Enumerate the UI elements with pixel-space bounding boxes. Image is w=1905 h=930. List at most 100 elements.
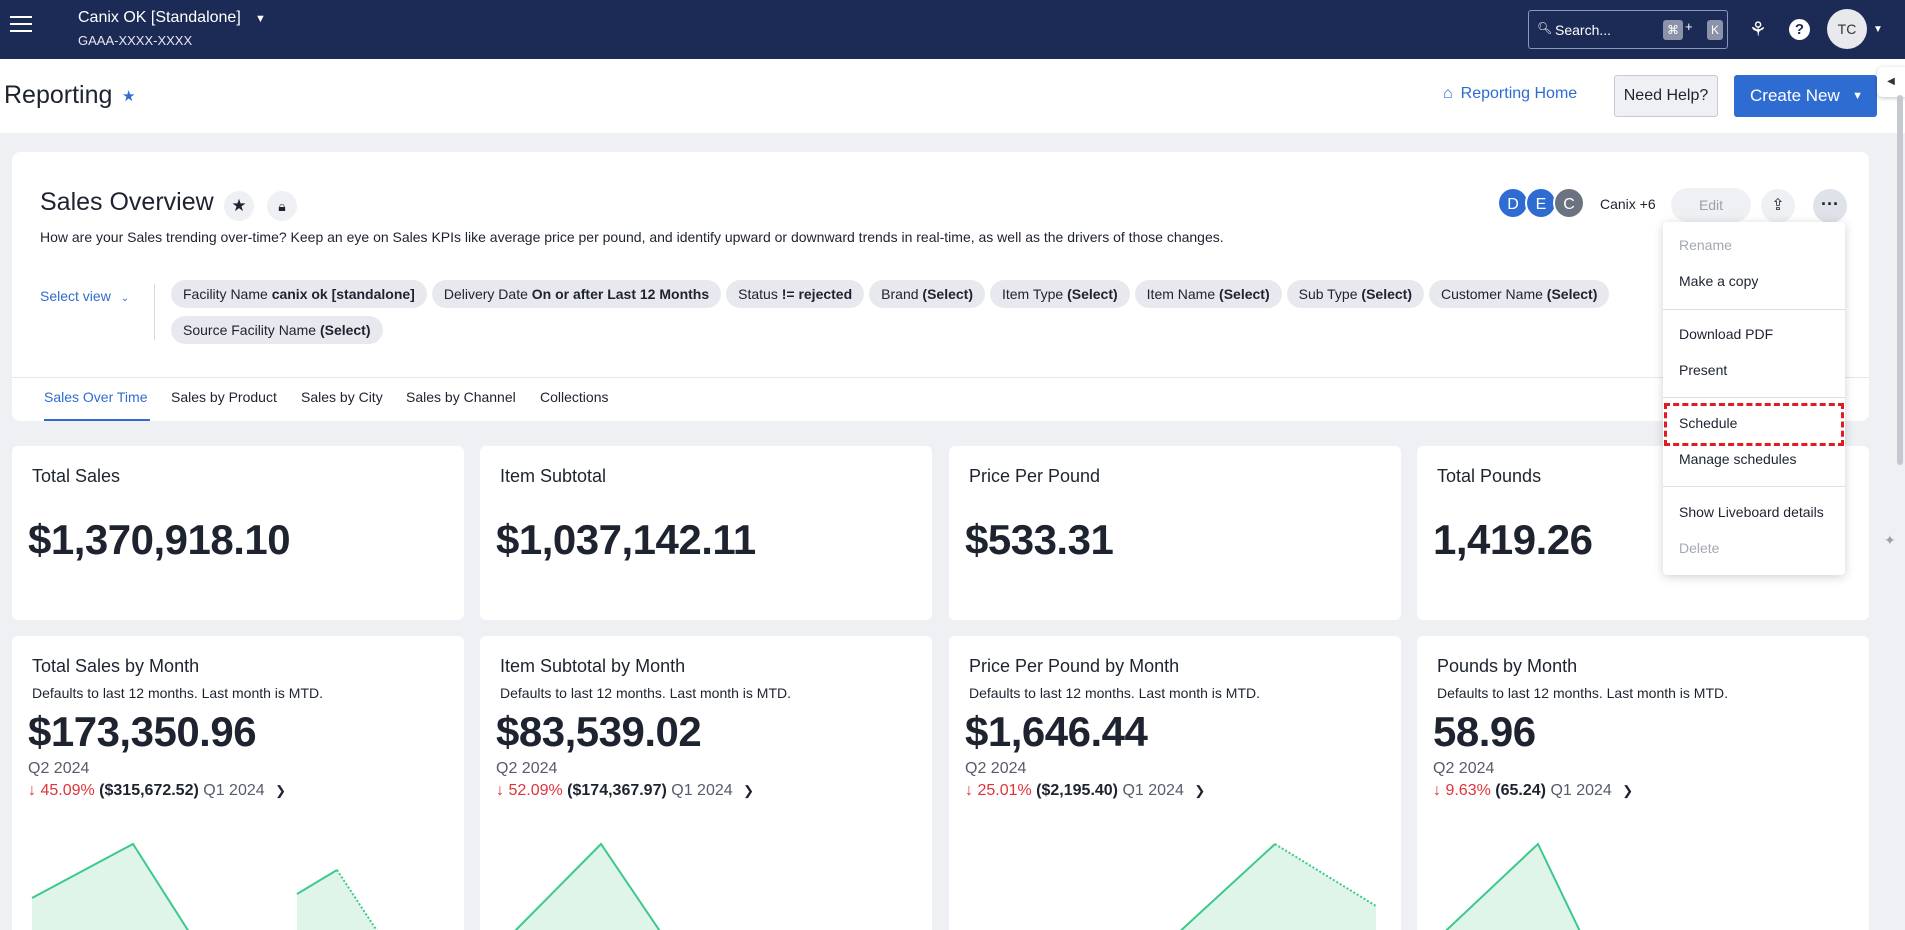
card-change[interactable]: ↓ 25.01% ($2,195.40) Q1 2024 ❯ — [965, 782, 1205, 800]
lock-icon[interactable]: 🔒︎ — [267, 191, 297, 221]
k-key-badge: K — [1707, 20, 1724, 40]
kpi-card-total-sales[interactable]: Total Sales $1,370,918.10 — [12, 446, 464, 620]
favorite-star-icon[interactable]: ★ — [122, 87, 135, 105]
filter-label: Status — [738, 286, 778, 302]
filter-chip[interactable]: Facility Name canix ok [standalone] — [171, 280, 427, 308]
help-icon[interactable]: ? — [1789, 19, 1810, 40]
sparkle-icon[interactable]: ✦ — [1884, 532, 1896, 549]
change-percent: 9.63% — [1445, 782, 1491, 799]
user-avatar[interactable]: TC — [1827, 9, 1867, 49]
card-value: $1,646.44 — [965, 708, 1148, 755]
filter-value: (Select) — [1546, 286, 1598, 302]
menu-item-download-pdf[interactable]: Download PDF — [1679, 326, 1773, 342]
kpi-value: $1,037,142.11 — [496, 516, 756, 563]
tab-collections[interactable]: Collections — [540, 389, 608, 405]
page-header: Reporting ★ ⌂ Reporting Home Need Help? C… — [0, 59, 1905, 133]
filter-chip[interactable]: Item Name (Select) — [1134, 280, 1282, 308]
filter-label: Brand — [881, 286, 919, 302]
menu-item-rename[interactable]: Rename — [1679, 237, 1732, 253]
card-title: Price Per Pound by Month — [969, 656, 1180, 676]
card-title: Item Subtotal by Month — [500, 656, 686, 676]
filter-label: Facility Name — [183, 286, 268, 302]
chevron-down-icon: ▼ — [1852, 90, 1863, 102]
monthly-card-price-per-pound[interactable]: Price Per Pound by Month Defaults to las… — [949, 636, 1401, 930]
user-menu-caret-icon[interactable]: ▼ — [1873, 24, 1883, 35]
need-help-button[interactable]: Need Help? — [1614, 75, 1718, 117]
filter-chip[interactable]: Customer Name (Select) — [1428, 280, 1610, 308]
filter-chips: Facility Name canix ok [standalone] Deliv… — [171, 280, 1641, 352]
card-period: Q2 2024 — [1433, 760, 1495, 777]
card-period: Q2 2024 — [965, 760, 1027, 777]
schedule-highlight-box — [1664, 403, 1844, 446]
filter-value: (Select) — [1361, 286, 1412, 302]
liveboard-header-card: Sales Overview ★ 🔒︎ How are your Sales t… — [12, 152, 1869, 421]
gift-icon[interactable]: ⚘ — [1749, 17, 1767, 42]
kpi-title: Item Subtotal — [500, 466, 607, 486]
tab-sales-by-product[interactable]: Sales by Product — [171, 389, 277, 405]
menu-item-manage-schedules[interactable]: Manage schedules — [1679, 451, 1797, 467]
avatar: C — [1553, 187, 1585, 219]
tab-sales-by-city[interactable]: Sales by City — [301, 389, 383, 405]
org-name[interactable]: Canix OK [Standalone] — [78, 9, 241, 27]
hamburger-menu-icon[interactable] — [10, 16, 32, 34]
home-icon: ⌂ — [1443, 85, 1453, 102]
reporting-home-label: Reporting Home — [1460, 85, 1578, 102]
create-new-button[interactable]: Create New ▼ — [1734, 75, 1877, 117]
change-percent: 45.09% — [40, 782, 95, 799]
filter-chip[interactable]: Source Facility Name (Select) — [171, 316, 383, 344]
filter-chip[interactable]: Delivery Date On or after Last 12 Months — [431, 280, 722, 308]
collaborators-count[interactable]: Canix +6 — [1600, 196, 1656, 212]
previous-period: Q1 2024 — [671, 782, 733, 799]
filter-value: canix ok [standalone] — [271, 286, 415, 302]
change-absolute: ($315,672.52) — [99, 782, 199, 799]
card-period: Q2 2024 — [28, 760, 90, 777]
filter-label: Item Type — [1001, 286, 1064, 302]
filter-label: Source Facility Name — [183, 322, 317, 338]
filter-chip[interactable]: Sub Type (Select) — [1286, 280, 1424, 308]
vertical-scrollbar[interactable] — [1897, 95, 1903, 465]
kpi-card-price-per-pound[interactable]: Price Per Pound $533.31 — [949, 446, 1401, 620]
card-subtitle: Defaults to last 12 months. Last month i… — [500, 685, 792, 701]
change-absolute: ($174,367.97) — [567, 782, 667, 799]
monthly-card-pounds[interactable]: Pounds by Month Defaults to last 12 mont… — [1417, 636, 1869, 930]
card-change[interactable]: ↓ 45.09% ($315,672.52) Q1 2024 ❯ — [28, 782, 286, 800]
change-percent: 52.09% — [508, 782, 563, 799]
select-view-dropdown[interactable]: Select view ⌄ — [40, 288, 129, 304]
chevron-right-icon: ❯ — [1622, 783, 1634, 798]
active-tab-indicator — [44, 419, 150, 421]
share-icon[interactable]: ⇪ — [1761, 189, 1795, 223]
card-change[interactable]: ↓ 9.63% (65.24) Q1 2024 ❯ — [1433, 782, 1633, 800]
menu-item-present[interactable]: Present — [1679, 362, 1727, 378]
tab-sales-over-time[interactable]: Sales Over Time — [44, 389, 147, 405]
tab-sales-by-channel[interactable]: Sales by Channel — [406, 389, 516, 405]
down-arrow-icon: ↓ — [965, 782, 973, 799]
star-icon[interactable]: ★ — [224, 191, 254, 221]
search-placeholder: Search... — [1555, 22, 1612, 38]
kpi-title: Total Sales — [32, 466, 121, 486]
menu-divider — [1663, 309, 1845, 310]
filter-chip[interactable]: Status != rejected — [726, 280, 865, 308]
menu-item-make-copy[interactable]: Make a copy — [1679, 273, 1758, 289]
card-change[interactable]: ↓ 52.09% ($174,367.97) Q1 2024 ❯ — [496, 782, 754, 800]
change-absolute: (65.24) — [1495, 782, 1546, 799]
filter-chip[interactable]: Brand (Select) — [869, 280, 985, 308]
more-options-icon[interactable]: ··· — [1813, 189, 1847, 223]
top-navigation-bar: Canix OK [Standalone] ▼ GAAA-XXXX-XXXX 🔍… — [0, 0, 1905, 59]
filter-chip[interactable]: Item Type (Select) — [989, 280, 1130, 308]
previous-period: Q1 2024 — [1550, 782, 1612, 799]
filter-label: Delivery Date — [443, 286, 528, 302]
edit-button[interactable]: Edit — [1671, 188, 1751, 222]
monthly-card-item-subtotal[interactable]: Item Subtotal by Month Defaults to last … — [480, 636, 932, 930]
collapse-panel-icon[interactable]: ◀ — [1877, 67, 1905, 97]
search-input[interactable]: 🔍︎ Search... ⌘ K — [1528, 10, 1728, 49]
reporting-home-link[interactable]: ⌂ Reporting Home — [1443, 85, 1577, 103]
kpi-card-item-subtotal[interactable]: Item Subtotal $1,037,142.11 — [480, 446, 932, 620]
menu-item-delete[interactable]: Delete — [1679, 540, 1719, 556]
monthly-card-total-sales[interactable]: Total Sales by Month Defaults to last 12… — [12, 636, 464, 930]
sparkline-chart — [1445, 842, 1581, 930]
page-title: Reporting — [4, 81, 113, 109]
sparkline-chart — [31, 842, 378, 930]
menu-item-show-details[interactable]: Show Liveboard details — [1679, 504, 1824, 520]
shortcut-plus: + — [1685, 19, 1693, 34]
org-switcher-caret-icon[interactable]: ▼ — [255, 13, 266, 25]
